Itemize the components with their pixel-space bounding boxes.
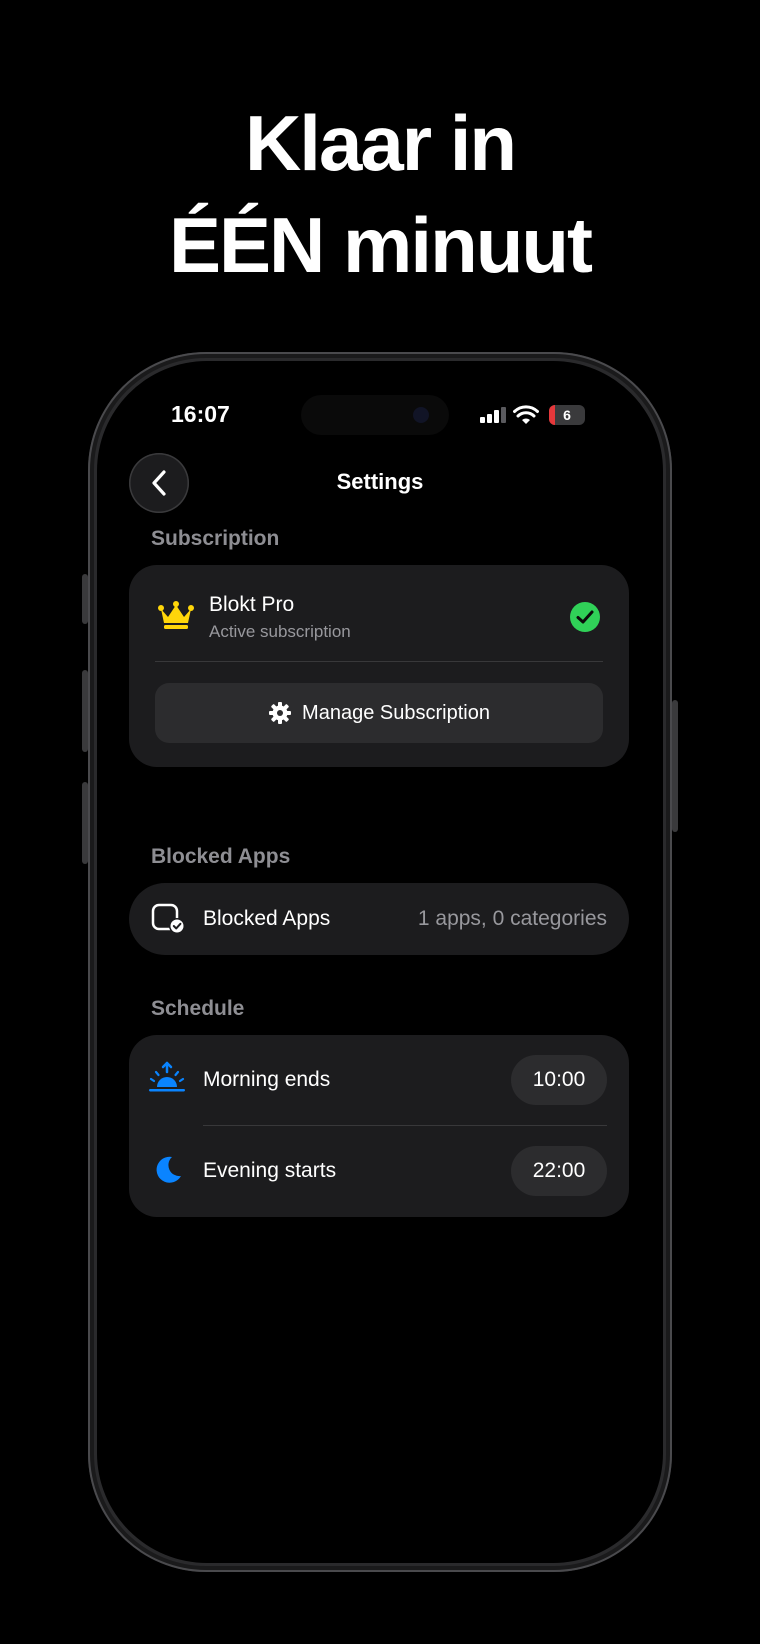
volume-up-button [82, 670, 88, 752]
gear-icon [269, 702, 292, 724]
status-bar: 16:07 6 [97, 395, 663, 435]
headline: Klaar in ÉÉN minuut [0, 92, 760, 296]
subscription-section-label: Subscription [151, 527, 280, 550]
battery-level: 6 [563, 407, 571, 423]
manage-subscription-label: Manage Subscription [302, 701, 490, 724]
camera-icon [413, 407, 429, 423]
battery-icon: 6 [549, 405, 585, 425]
status-time: 16:07 [171, 401, 230, 427]
plan-name: Blokt Pro [209, 593, 295, 616]
schedule-section-label: Schedule [151, 997, 245, 1020]
action-button [82, 574, 88, 624]
plan-status: Active subscription [209, 622, 351, 641]
schedule-item-evening[interactable]: Evening starts 22:00 [129, 1126, 629, 1217]
battery-fill [549, 405, 556, 425]
blocked-apps-value: 1 apps, 0 categories [417, 907, 607, 930]
blocked-apps-icon [151, 903, 185, 934]
moon-icon [156, 1156, 181, 1183]
morning-ends-time[interactable]: 10:00 [511, 1055, 607, 1105]
phone-frame: 16:07 6 Settings Subscription Blokt Pro … [82, 352, 678, 1572]
signal-icon [480, 407, 506, 423]
phone-screen: 16:07 6 Settings Subscription Blokt Pro … [97, 361, 663, 1563]
evening-starts-time[interactable]: 22:00 [511, 1146, 607, 1196]
power-button [672, 700, 678, 832]
headline-line-1: Klaar in [244, 99, 517, 187]
morning-ends-label: Morning ends [203, 1068, 331, 1091]
manage-subscription-button[interactable]: Manage Subscription [155, 683, 603, 743]
crown-icon [158, 601, 194, 629]
blocked-apps-label: Blocked Apps [203, 907, 331, 930]
sunrise-icon [149, 1061, 185, 1092]
blocked-apps-row[interactable]: Blocked Apps 1 apps, 0 categories [129, 883, 629, 955]
schedule-card: Morning ends 10:00 Evening starts 22:00 [129, 1035, 629, 1217]
subscription-divider [155, 661, 603, 662]
headline-line-2: ÉÉN minuut [169, 201, 593, 289]
evening-starts-label: Evening starts [203, 1159, 337, 1182]
blocked-apps-section-label: Blocked Apps [151, 845, 291, 868]
volume-down-button [82, 782, 88, 864]
wifi-icon [513, 405, 539, 424]
subscription-card: Blokt Pro Active subscription Manage Sub… [129, 565, 629, 767]
page-title: Settings [336, 469, 424, 494]
schedule-item-morning[interactable]: Morning ends 10:00 [129, 1035, 629, 1125]
check-circle-icon [570, 602, 600, 632]
